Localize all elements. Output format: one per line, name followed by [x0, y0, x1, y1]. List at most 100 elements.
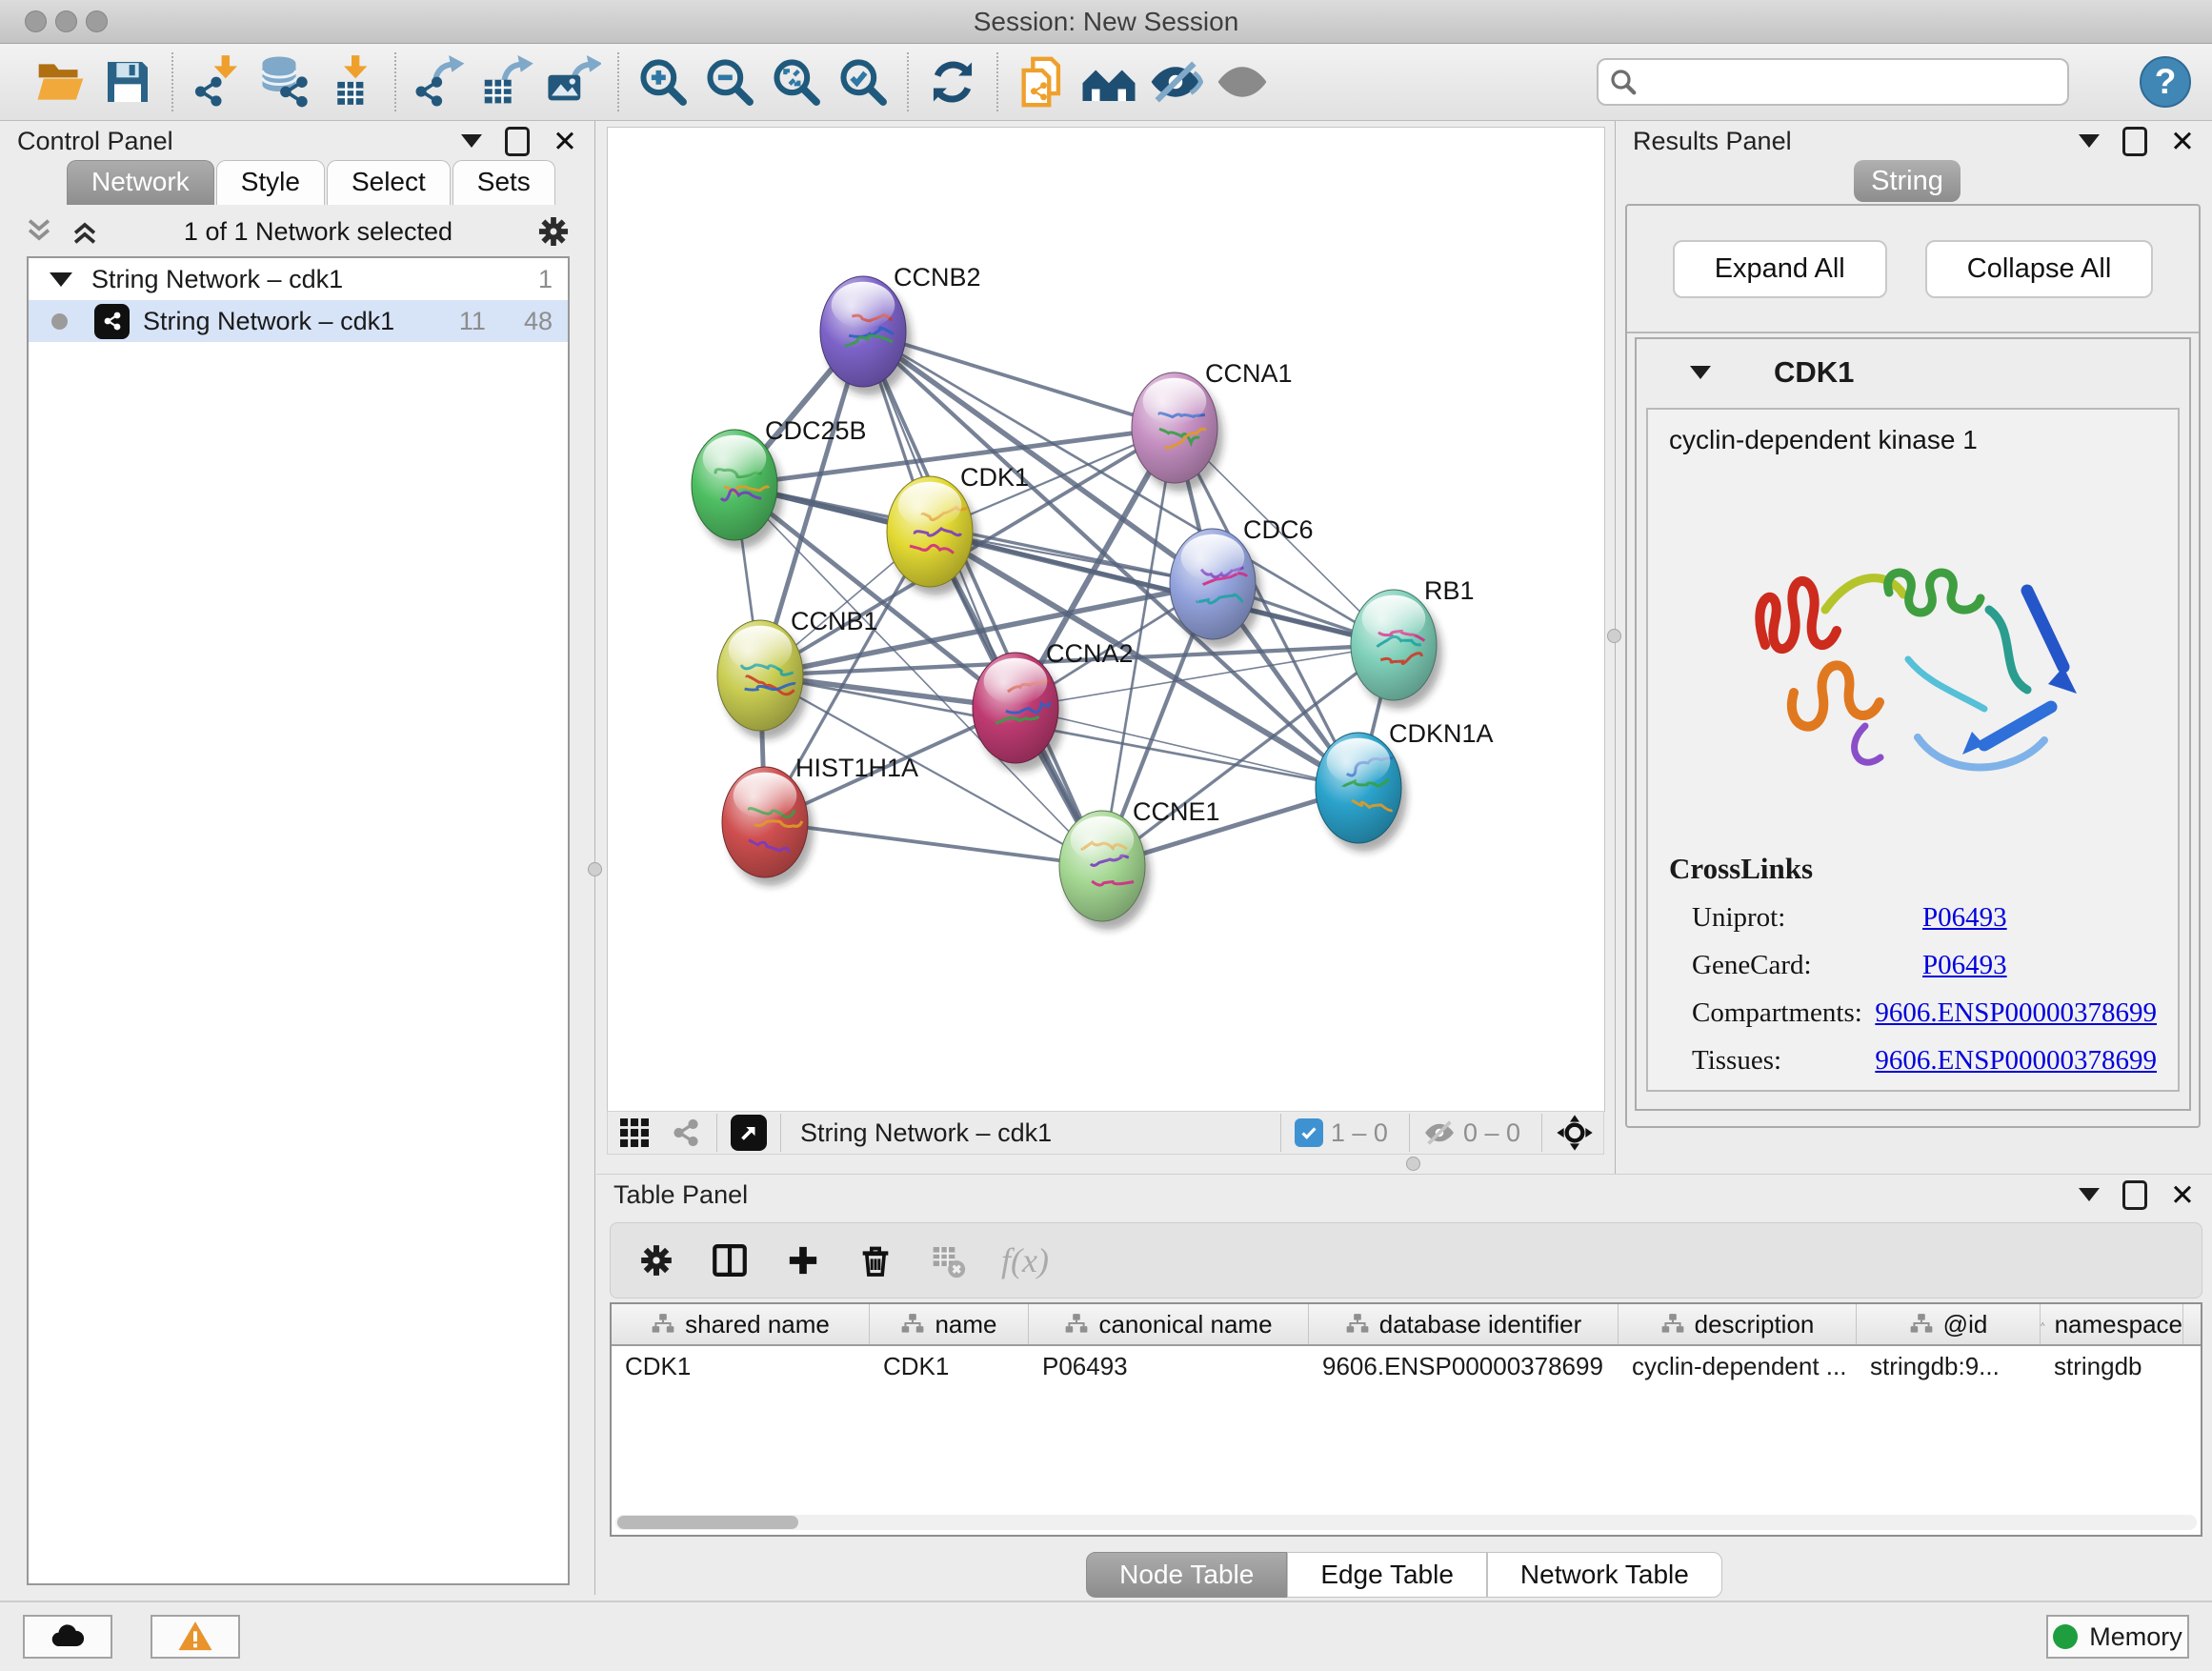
zoom-in-button[interactable]: [634, 52, 692, 111]
search-input[interactable]: [1597, 58, 2069, 106]
show-selection-button[interactable]: [1214, 52, 1271, 111]
network-selected-status: 1 of 1 Network selected: [101, 217, 535, 247]
export-image-button[interactable]: [545, 52, 602, 111]
network-node-RB1[interactable]: [1351, 590, 1437, 700]
save-session-button[interactable]: [99, 52, 156, 111]
add-column-button[interactable]: [784, 1241, 822, 1279]
right-splitter-handle[interactable]: [1607, 629, 1621, 643]
import-network-file-button[interactable]: [189, 52, 246, 111]
gear-icon[interactable]: [535, 213, 572, 250]
network-node-HIST1H1A[interactable]: [722, 767, 808, 877]
left-splitter-handle[interactable]: [588, 862, 602, 876]
delete-column-button[interactable]: [856, 1241, 895, 1279]
network-node-CCNB1[interactable]: [717, 620, 803, 731]
network-canvas[interactable]: CCNB2CCNA1CDC25BCDK1CDC6RB1CCNB1CCNA2CDK…: [607, 127, 1605, 1112]
uniprot-link[interactable]: P06493: [1922, 902, 2007, 934]
column-header-database-identifier[interactable]: database identifier: [1309, 1304, 1619, 1344]
show-grid-icon[interactable]: [617, 1116, 652, 1150]
help-icon: ?: [2155, 62, 2177, 102]
cloud-status-button[interactable]: [23, 1615, 112, 1659]
float-panel-icon[interactable]: [2122, 127, 2147, 156]
delete-table-button[interactable]: [929, 1241, 967, 1279]
genecard-link[interactable]: P06493: [1922, 950, 2007, 981]
table-settings-button[interactable]: [637, 1241, 675, 1279]
network-node-CDC6[interactable]: [1170, 529, 1256, 639]
section-caret-icon[interactable]: [1690, 366, 1711, 379]
warnings-button[interactable]: [151, 1615, 240, 1659]
tab-network-table[interactable]: Network Table: [1487, 1552, 1722, 1598]
copy-network-button[interactable]: [1014, 52, 1071, 111]
network-node-CDC25B[interactable]: [692, 430, 777, 540]
network-row[interactable]: String Network – cdk1 11 48: [29, 300, 568, 342]
zoom-fit-button[interactable]: [768, 52, 825, 111]
tab-style[interactable]: Style: [216, 160, 325, 205]
tab-select[interactable]: Select: [327, 160, 451, 205]
network-node-CCNA2[interactable]: [973, 653, 1058, 763]
column-header-canonical-name[interactable]: canonical name: [1029, 1304, 1309, 1344]
panel-menu-icon[interactable]: [2079, 1188, 2100, 1201]
help-button[interactable]: ?: [2140, 56, 2191, 108]
table-row[interactable]: CDK1 CDK1 P06493 9606.ENSP00000378699 cy…: [612, 1346, 2201, 1386]
detach-view-button[interactable]: [731, 1115, 767, 1151]
warning-icon: [176, 1618, 214, 1656]
compartments-link[interactable]: 9606.ENSP00000378699: [1875, 997, 2157, 1029]
column-header-description[interactable]: description: [1619, 1304, 1857, 1344]
save-floppy-icon: [101, 55, 154, 109]
float-panel-icon[interactable]: [2122, 1180, 2147, 1210]
float-panel-icon[interactable]: [505, 127, 530, 156]
panel-menu-icon[interactable]: [2079, 134, 2100, 148]
hide-selection-button[interactable]: [1147, 52, 1204, 111]
tissues-link[interactable]: 9606.ENSP00000378699: [1875, 1045, 2157, 1077]
column-header-shared-name[interactable]: shared name: [612, 1304, 870, 1344]
show-columns-button[interactable]: [710, 1240, 750, 1280]
memory-status-dot: [2053, 1624, 2078, 1649]
network-type-icon[interactable]: [669, 1116, 703, 1150]
column-type-icon: [900, 1312, 925, 1337]
network-node-CCNB2[interactable]: [820, 276, 906, 387]
horizontal-scrollbar[interactable]: [615, 1515, 2197, 1530]
column-header-id[interactable]: @id: [1857, 1304, 2041, 1344]
collapse-all-icon[interactable]: [23, 215, 55, 248]
tab-string[interactable]: String: [1854, 160, 1961, 202]
pan-crosshair-icon[interactable]: [1556, 1114, 1594, 1152]
export-network-button[interactable]: [412, 52, 469, 111]
close-panel-icon[interactable]: ✕: [553, 127, 577, 156]
column-header-name[interactable]: name: [870, 1304, 1029, 1344]
close-panel-icon[interactable]: ✕: [2170, 127, 2195, 156]
network-node-CDKN1A[interactable]: [1316, 733, 1401, 843]
zoom-selected-button[interactable]: [835, 52, 892, 111]
bottom-splitter-handle[interactable]: [1406, 1157, 1420, 1171]
collection-caret-icon[interactable]: [50, 272, 72, 287]
open-session-button[interactable]: [32, 52, 90, 111]
first-neighbors-button[interactable]: [1080, 52, 1137, 111]
scrollbar-thumb[interactable]: [617, 1516, 798, 1529]
tab-network[interactable]: Network: [67, 160, 214, 205]
collapse-all-button[interactable]: Collapse All: [1925, 240, 2154, 298]
network-node-CDK1[interactable]: [887, 476, 973, 587]
memory-button[interactable]: Memory: [2046, 1615, 2189, 1659]
tab-node-table[interactable]: Node Table: [1086, 1552, 1287, 1598]
expand-all-button[interactable]: Expand All: [1673, 240, 1887, 298]
results-panel: Results Panel ✕ String Expand All Collap…: [1615, 121, 2212, 1174]
apply-layout-button[interactable]: [924, 52, 981, 111]
selected-count-label: 1 – 0: [1331, 1118, 1388, 1148]
close-panel-icon[interactable]: ✕: [2170, 1180, 2195, 1210]
zoom-out-button[interactable]: [701, 52, 758, 111]
tab-sets[interactable]: Sets: [452, 160, 555, 205]
hidden-eye-slash-icon[interactable]: [1423, 1117, 1456, 1149]
column-header-namespace[interactable]: namespace: [2041, 1304, 2183, 1344]
network-collection-row[interactable]: String Network – cdk1 1: [29, 258, 568, 300]
results-panel-title: Results Panel: [1633, 127, 1792, 156]
network-node-CCNA1[interactable]: [1132, 372, 1217, 483]
panel-menu-icon[interactable]: [461, 134, 482, 148]
tab-edge-table[interactable]: Edge Table: [1287, 1552, 1487, 1598]
selected-count-checkbox[interactable]: [1295, 1118, 1323, 1147]
import-table-button[interactable]: [322, 52, 379, 111]
expand-all-icon[interactable]: [69, 215, 101, 248]
export-table-button[interactable]: [478, 52, 535, 111]
control-panel-tabs: Network Style Select Sets: [67, 161, 557, 205]
import-network-database-button[interactable]: [255, 52, 312, 111]
node-detail-section: CDK1 cyclin-dependent kinase 1: [1635, 337, 2191, 1111]
network-node-CCNE1[interactable]: [1059, 811, 1145, 921]
function-builder-button[interactable]: f(x): [1001, 1240, 1049, 1280]
